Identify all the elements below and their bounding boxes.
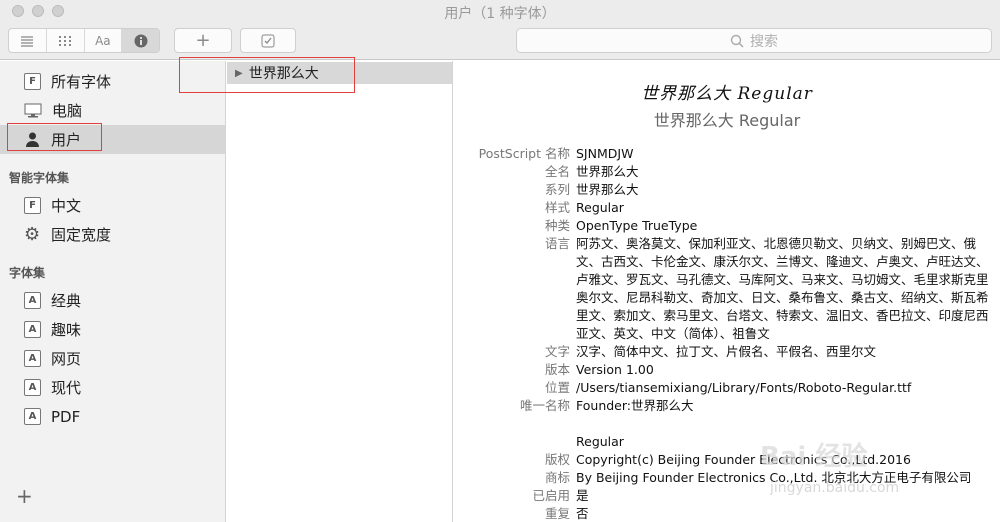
smart-collections-heading: 智能字体集	[9, 171, 70, 185]
sidebar-item-web[interactable]: A 网页	[0, 344, 225, 373]
search-field[interactable]: 搜索	[516, 28, 992, 53]
font-list-pane: ▶ 世界那么大	[227, 61, 453, 522]
view-mode-segmented-control: Aa	[8, 28, 160, 53]
info-row-trademark: 商标 By Beijing Founder Electronics Co.,Ltd…	[544, 470, 972, 485]
sidebar-item-classic[interactable]: A 经典	[0, 286, 225, 315]
sidebar-item-fixed-width[interactable]: ⚙ 固定宽度	[0, 220, 225, 249]
list-view-button[interactable]	[9, 29, 47, 52]
info-row-unique-name-cont: Regular	[576, 434, 624, 449]
computer-icon	[24, 103, 42, 117]
gear-icon: ⚙	[24, 224, 41, 245]
font-file-icon: F	[24, 73, 41, 90]
sidebar-item-label: 电脑	[52, 102, 83, 120]
sidebar-item-label: 网页	[51, 350, 82, 368]
annotation-highlight-user	[7, 123, 102, 151]
collection-icon: A	[24, 350, 41, 367]
info-row-postscript: PostScript 名称 SJNMDJW	[478, 146, 634, 161]
info-row-duplicate: 重复否	[544, 506, 589, 521]
collection-icon: A	[24, 321, 41, 338]
info-row-enabled: 已启用是	[532, 488, 589, 503]
sidebar-item-label: 所有字体	[51, 73, 112, 91]
info-row-copyright: 版权 Copyright(c) Beijing Founder Electroni…	[544, 452, 911, 467]
font-file-icon: F	[24, 197, 41, 214]
info-row-unique-name: 唯一名称 Founder:世界那么大	[519, 398, 694, 413]
checkbox-icon	[261, 34, 275, 47]
sidebar-item-label: PDF	[51, 407, 81, 426]
font-preview-name: 世界那么大 Regular	[653, 111, 801, 130]
watermark-logo: Bai 经验	[760, 442, 868, 472]
grid-view-button[interactable]	[47, 29, 85, 52]
validate-font-button[interactable]	[240, 28, 296, 53]
add-collection-button[interactable]: +	[16, 484, 33, 508]
plus-icon: +	[195, 30, 211, 51]
info-row-fullname: 全名 世界那么大	[544, 164, 639, 179]
info-row-family: 系列 世界那么大	[544, 182, 639, 197]
font-info-table: PostScript 名称 SJNMDJW 全名 世界那么大 系列 世界那么大 样式 R…	[454, 145, 1000, 522]
add-font-button[interactable]: +	[174, 28, 232, 53]
sidebar-item-pdf[interactable]: A PDF	[0, 402, 225, 431]
font-preview-sample: 世界那么大 Regular	[641, 84, 813, 104]
info-row-version: 版本 Version 1.00	[544, 362, 654, 377]
collection-icon: A	[24, 408, 41, 425]
grid-icon	[59, 35, 72, 46]
list-icon	[21, 35, 34, 47]
sample-label: Aa	[95, 33, 111, 48]
info-row-languages: 语言 阿苏文、奥洛莫文、保加利亚文、北恩德贝勒文、贝纳文、别姆巴文、俄文、古西文、…	[544, 236, 989, 341]
info-icon	[134, 34, 148, 47]
sidebar-item-label: 现代	[51, 379, 82, 397]
sidebar-item-chinese[interactable]: F 中文	[0, 191, 225, 220]
annotation-highlight-font	[179, 57, 355, 93]
info-view-button[interactable]	[122, 29, 159, 52]
sidebar-item-computer[interactable]: 电脑	[0, 96, 225, 125]
collection-icon: A	[24, 292, 41, 309]
info-row-style: 样式 Regular	[544, 200, 624, 215]
info-row-location: 位置/Users/tiansemixiang/Library/Fonts/Rob…	[544, 380, 912, 395]
sidebar-item-fun[interactable]: A 趣味	[0, 315, 225, 344]
search-placeholder: 搜索	[750, 33, 778, 50]
sidebar-item-label: 经典	[51, 292, 82, 310]
sidebar-item-label: 中文	[51, 197, 82, 215]
sidebar-item-label: 固定宽度	[51, 226, 112, 244]
sidebar-item-label: 趣味	[51, 321, 82, 339]
info-row-kind: 种类 OpenType TrueType	[544, 218, 698, 233]
info-row-scripts: 文字 汉字、简体中文、拉丁文、片假名、平假名、西里尔文	[544, 344, 877, 359]
sidebar-item-modern[interactable]: A 现代	[0, 373, 225, 402]
sample-view-button[interactable]: Aa	[85, 29, 123, 52]
info-row-spacer	[454, 415, 1000, 433]
font-info-pane: 世界那么大 Regular 世界那么大 Regular PostScript 名…	[454, 61, 1000, 522]
window-title: 用户（1 种字体）	[444, 6, 556, 22]
collection-icon: A	[24, 379, 41, 396]
titlebar: 用户（1 种字体） Aa + 搜索	[0, 0, 1000, 60]
collections-heading: 字体集	[9, 266, 46, 280]
search-icon	[730, 34, 744, 48]
watermark-url: jingyan.baidu.com	[770, 480, 900, 496]
